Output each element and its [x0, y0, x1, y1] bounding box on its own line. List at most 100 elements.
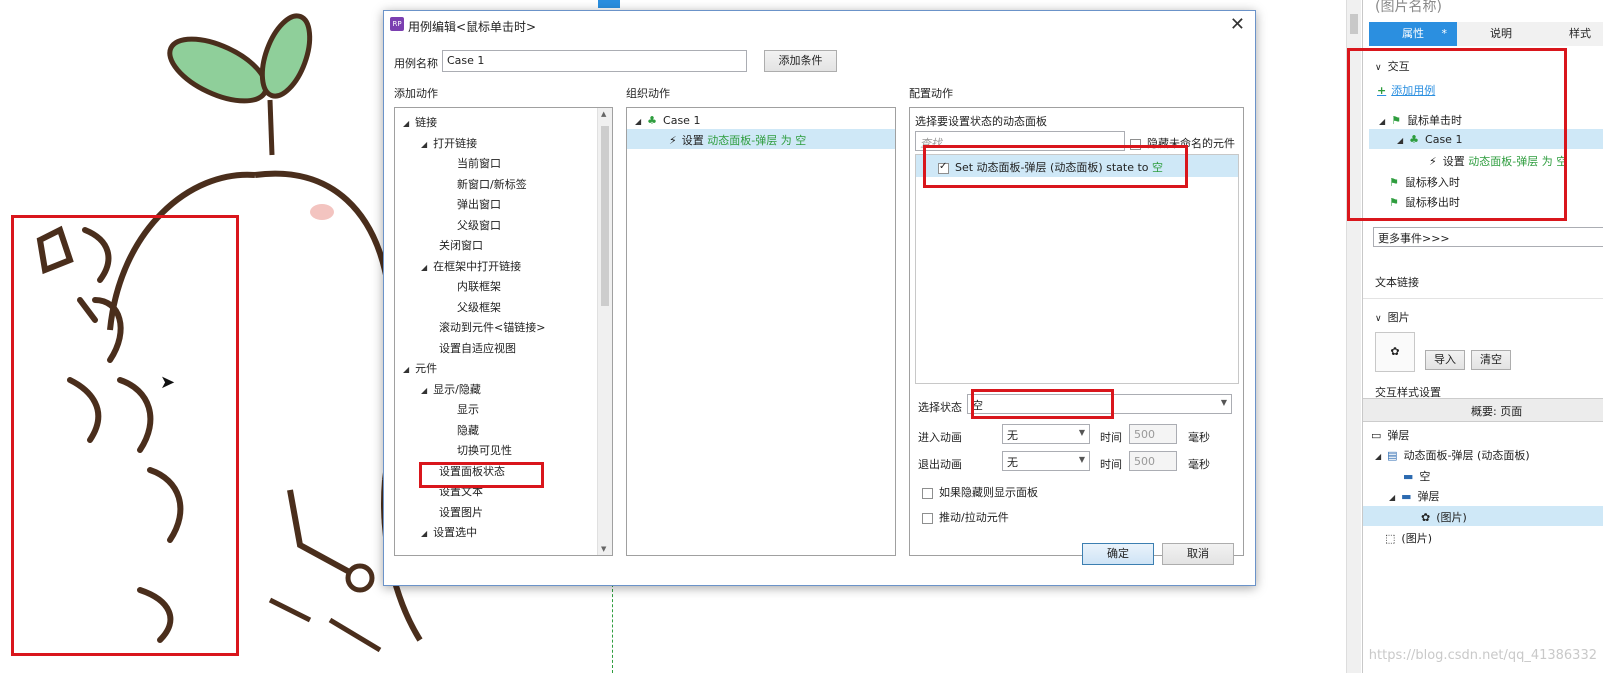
action-tree-label: 显示	[457, 403, 479, 416]
dialog-title: 用例编辑<鼠标单击时>	[408, 20, 537, 34]
action-tree-label: 在框架中打开链接	[433, 259, 522, 273]
inspector-panel: (图片名称) 属性 * 说明 样式 ∨ 交互 + 添加用例 ◢ ⚑ 鼠标单击时 ◢ ♣ Cas…	[1347, 0, 1603, 673]
case-name-input[interactable]: Case 1	[442, 50, 747, 72]
action-tree-item[interactable]: ◢ 在框架中打开链接	[421, 258, 521, 274]
action-tree-item[interactable]: 关闭窗口	[439, 237, 483, 253]
action-tree-item[interactable]: ◢ 设置选中	[421, 524, 477, 540]
enter-time-input[interactable]: 500	[1129, 424, 1177, 444]
add-action-tree: ◢ 链接 ◢ 打开链接当前窗口新窗口/新标签 弹出窗口父级窗口关闭窗口 ◢ 在框架中打开链接…	[394, 107, 613, 556]
organize-actions-panel: ◢ ♣ Case 1 ⚡ 设置 动态面板-弹层 为 空	[626, 107, 896, 556]
action-tree-item[interactable]: 内联框架	[457, 278, 501, 294]
image-header[interactable]: ∨ 图片	[1375, 309, 1410, 325]
action-tree-item[interactable]: ◢ 元件	[403, 360, 437, 376]
add-condition-button[interactable]: 添加条件	[764, 50, 837, 72]
action-tree-item[interactable]: 父级框架	[457, 299, 501, 315]
expand-icon[interactable]: ◢	[403, 365, 409, 374]
highlight-box-interactions	[1347, 48, 1567, 221]
close-icon[interactable]: ✕	[1230, 14, 1245, 35]
action-tree-item[interactable]: 设置图片	[439, 504, 483, 520]
expand-icon[interactable]: ◢	[421, 529, 427, 538]
enter-anim-dropdown[interactable]: 无 ▼	[1002, 424, 1090, 444]
outline-item[interactable]: ⬚ (图片)	[1385, 530, 1432, 546]
action-tree-item[interactable]: 父级窗口	[457, 217, 501, 233]
expand-icon[interactable]: ◢	[421, 386, 427, 395]
action-tree-item[interactable]: 当前窗口	[457, 155, 501, 171]
exit-time-input[interactable]: 500	[1129, 451, 1177, 471]
highlight-box-image	[11, 215, 239, 656]
scrollbar[interactable]: ▲ ▼	[597, 108, 612, 555]
state-icon: ▬	[1401, 490, 1412, 503]
import-button[interactable]: 导入	[1425, 350, 1465, 370]
tab-properties[interactable]: 属性 *	[1369, 22, 1457, 46]
exit-ms-label: 毫秒	[1188, 458, 1210, 471]
action-tree-label: 内联框架	[457, 280, 501, 293]
select-state-label: 选择状态	[918, 401, 962, 414]
enter-anim-label: 进入动画	[918, 431, 962, 444]
action-tree-item[interactable]: ◢ 打开链接	[421, 135, 477, 151]
config-actions-panel: 选择要设置状态的动态面板 查找 隐藏未命名的元件 Set 动态面板-弹层 (动态…	[909, 107, 1244, 556]
outline-header: 概要: 页面	[1471, 405, 1523, 418]
highlight-box-set-panel-state	[419, 462, 544, 488]
outline-item[interactable]: ◢ ▬ 弹层	[1389, 488, 1440, 504]
config-header: 配置动作	[909, 87, 953, 100]
case-node[interactable]: ◢ ♣ Case 1	[635, 114, 700, 127]
outline-row-selected[interactable]	[1363, 506, 1603, 526]
action-tree-item[interactable]: 新窗口/新标签	[457, 176, 527, 192]
lightning-icon: ⚡	[669, 134, 677, 147]
dynamic-panel-icon: ▤	[1387, 449, 1398, 462]
show-if-hidden-checkbox[interactable]: 如果隐藏则显示面板	[922, 484, 1038, 500]
scrollbar-thumb[interactable]	[601, 126, 609, 306]
action-tree-item[interactable]: ◢ 显示/隐藏	[421, 381, 481, 397]
outline-item[interactable]: ◢ ▤ 动态面板-弹层 (动态面板)	[1375, 447, 1530, 463]
cancel-button[interactable]: 取消	[1162, 543, 1234, 565]
scrollbar-thumb[interactable]	[1350, 14, 1358, 34]
action-tree-label: 切换可见性	[457, 444, 512, 457]
chevron-down-icon: ▼	[1078, 455, 1085, 464]
watermark: https://blog.csdn.net/qq_41386332	[1368, 648, 1597, 663]
add-action-header: 添加动作	[394, 87, 438, 100]
action-tree-item[interactable]: ◢ 链接	[403, 114, 437, 130]
action-tree-item[interactable]: 显示	[457, 401, 479, 417]
outline-item[interactable]: ✿ (图片)	[1421, 509, 1467, 525]
chevron-down-icon: ∨	[1375, 314, 1382, 324]
expand-icon[interactable]: ◢	[421, 263, 427, 272]
push-pull-checkbox[interactable]: 推动/拉动元件	[922, 509, 1009, 525]
action-tree-label: 当前窗口	[457, 157, 501, 170]
image-thumbnail[interactable]: ✿	[1375, 332, 1415, 372]
action-tree-item[interactable]: 滚动到元件<锚链接>	[439, 319, 545, 335]
tab-style[interactable]: 样式	[1545, 22, 1603, 46]
case-name-label: 用例名称	[394, 57, 438, 70]
expand-icon[interactable]: ◢	[421, 140, 427, 149]
app-icon: RP	[390, 17, 404, 31]
action-tree-label: 设置图片	[439, 505, 483, 519]
highlight-box-panel-row	[923, 145, 1188, 188]
exit-anim-label: 退出动画	[918, 458, 962, 471]
tab-notes[interactable]: 说明	[1457, 22, 1545, 46]
canvas-marker	[598, 0, 620, 8]
action-tree-label: 设置自适应视图	[439, 341, 516, 355]
action-tree-label: 父级窗口	[457, 218, 501, 232]
enter-time-label: 时间	[1100, 431, 1122, 444]
text-link-label: 文本链接	[1375, 276, 1419, 289]
page-icon: ▭	[1371, 429, 1382, 442]
clear-button[interactable]: 清空	[1471, 350, 1511, 370]
action-tree-label: 关闭窗口	[439, 239, 483, 252]
widget-name: (图片名称)	[1375, 0, 1442, 15]
action-tree-label: 父级框架	[457, 300, 501, 314]
action-node[interactable]: ⚡ 设置 动态面板-弹层 为 空	[669, 132, 806, 148]
action-tree-item[interactable]: 隐藏	[457, 422, 479, 438]
enter-ms-label: 毫秒	[1188, 431, 1210, 444]
action-tree-label: 弹出窗口	[457, 198, 501, 211]
expand-icon[interactable]: ◢	[403, 119, 409, 128]
action-tree-item[interactable]: 设置自适应视图	[439, 340, 516, 356]
outline-item[interactable]: ▭ 弹层	[1371, 427, 1409, 443]
exit-anim-dropdown[interactable]: 无 ▼	[1002, 451, 1090, 471]
action-tree-item[interactable]: 切换可见性	[457, 442, 512, 458]
ok-button[interactable]: 确定	[1082, 543, 1154, 565]
action-tree-item[interactable]: 弹出窗口	[457, 196, 501, 212]
outline-item[interactable]: ▬ 空	[1403, 468, 1430, 484]
more-events-dropdown[interactable]: 更多事件>>>	[1373, 227, 1603, 247]
organize-header: 组织动作	[626, 87, 670, 100]
action-tree-label: 链接	[415, 116, 438, 129]
action-tree-label: 显示/隐藏	[433, 382, 481, 396]
